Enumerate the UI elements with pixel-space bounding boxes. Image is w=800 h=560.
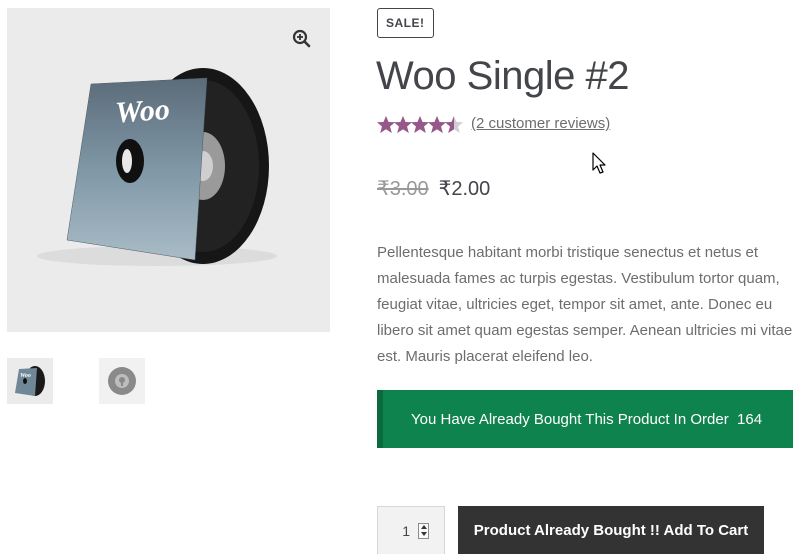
quantity-stepper[interactable]: 1 — [377, 506, 445, 554]
product-price: ₹3.00 ₹2.00 — [377, 176, 490, 201]
price-original: ₹3.00 — [377, 178, 429, 200]
vinyl-album-image: Woo — [37, 68, 277, 266]
star-icon — [377, 116, 463, 133]
product-description: Pellentesque habitant morbi tristique se… — [377, 244, 793, 365]
spinner-up-icon[interactable] — [420, 525, 427, 529]
price-sale: ₹2.00 — [438, 178, 491, 200]
thumbnail-album-cover[interactable]: Woo — [7, 358, 53, 404]
mouse-cursor-icon — [592, 152, 608, 176]
already-bought-notice[interactable]: You Have Already Bought This Product In … — [377, 390, 793, 448]
cover-text: Woo — [114, 93, 171, 130]
zoom-icon[interactable] — [291, 28, 313, 50]
product-main-image[interactable]: Woo — [7, 8, 330, 332]
thumbnail-vinyl-record[interactable] — [99, 358, 145, 404]
add-to-cart-button[interactable]: Product Already Bought !! Add To Cart — [458, 506, 764, 554]
notice-text: You Have Already Bought This Product In … — [411, 410, 729, 428]
svg-text:Woo: Woo — [20, 373, 31, 379]
customer-reviews-link[interactable]: (2 customer reviews) — [471, 115, 610, 132]
order-number[interactable]: 164 — [737, 411, 762, 428]
spinner-down-icon[interactable] — [420, 532, 427, 536]
quantity-spinner[interactable] — [418, 522, 429, 539]
sale-badge: SALE! — [377, 8, 434, 38]
quantity-value[interactable]: 1 — [378, 523, 418, 539]
star-rating — [377, 115, 463, 135]
product-title: Woo Single #2 — [376, 54, 629, 98]
